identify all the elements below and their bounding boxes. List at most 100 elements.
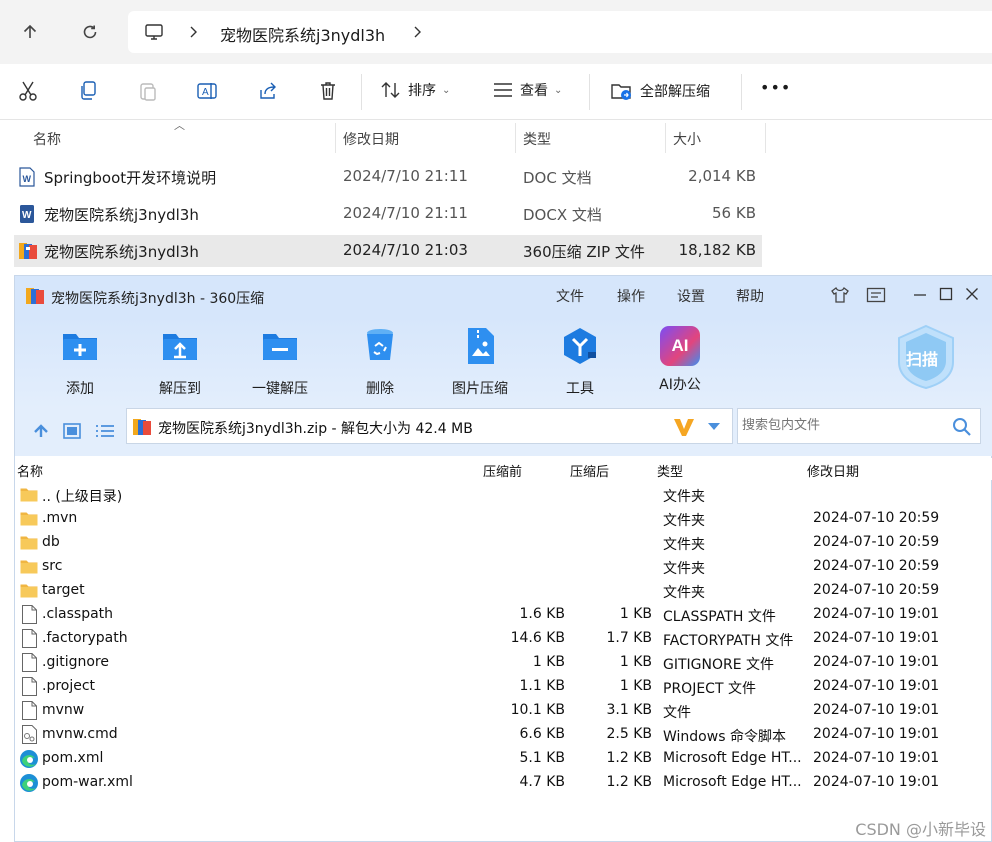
- edge-browser-icon: [20, 750, 38, 768]
- dropdown-arrow-icon[interactable]: [707, 422, 721, 431]
- address-bar[interactable]: 宠物医院系统j3nydl3h: [128, 11, 992, 53]
- zip-row[interactable]: .classpath 1.6 KB 1 KB CLASSPATH 文件 2024-07-…: [15, 603, 992, 627]
- zip-row-modified: 2024-07-10 19:01: [813, 654, 940, 670]
- skin-shirt-icon[interactable]: [830, 286, 850, 304]
- column-name[interactable]: 名称: [33, 129, 61, 149]
- chevron-down-icon: ⌄: [554, 84, 563, 96]
- view-button[interactable]: 查看 ⌄: [492, 80, 562, 100]
- image-compress-button[interactable]: 图片压缩: [435, 326, 525, 398]
- zip-archive-icon: [26, 288, 44, 304]
- extract-to-button[interactable]: 解压到: [135, 326, 225, 398]
- zip-col-before[interactable]: 压缩前: [483, 461, 522, 480]
- zip-row-name: .. (上级目录): [42, 489, 123, 505]
- maximize-icon[interactable]: [939, 287, 953, 301]
- zip-row-type: CLASSPATH 文件: [663, 609, 776, 625]
- zip-col-modified[interactable]: 修改日期: [807, 461, 859, 480]
- minimize-icon[interactable]: [913, 288, 927, 302]
- sort-button[interactable]: 排序 ⌄: [380, 80, 450, 100]
- add-icon: [63, 334, 97, 360]
- list-view-icon[interactable]: [95, 423, 115, 439]
- column-type[interactable]: 类型: [523, 129, 551, 149]
- zip-row[interactable]: db 文件夹 2024-07-10 20:59: [15, 531, 992, 555]
- zip-row[interactable]: pom-war.xml 4.7 KB 1.2 KB Microsoft Edge HT…: [15, 771, 992, 795]
- refresh-button[interactable]: [76, 18, 104, 46]
- image-compress-label: 图片压缩: [452, 381, 508, 397]
- archive-path-box[interactable]: 宠物医院系统j3nydl3h.zip - 解包大小为 42.4 MB: [126, 408, 733, 444]
- zip-row[interactable]: pom.xml 5.1 KB 1.2 KB Microsoft Edge HT... 2…: [15, 747, 992, 771]
- watermark: CSDN @小新毕设: [855, 820, 986, 839]
- zip-row-name: .factorypath: [42, 630, 128, 646]
- zip-row[interactable]: .mvn 文件夹 2024-07-10 20:59: [15, 507, 992, 531]
- zip-row[interactable]: mvnw.cmd 6.6 KB 2.5 KB Windows 命令脚本 2024-07-…: [15, 723, 992, 747]
- ai-office-button[interactable]: AI AI办公: [635, 326, 725, 394]
- up-button[interactable]: [16, 18, 44, 46]
- svg-text:A: A: [202, 87, 209, 98]
- search-icon[interactable]: [952, 417, 972, 437]
- delete-button[interactable]: [318, 80, 338, 102]
- zip-row-modified: 2024-07-10 19:01: [813, 630, 940, 646]
- zip-row[interactable]: mvnw 10.1 KB 3.1 KB 文件 2024-07-10 19:01: [15, 699, 992, 723]
- delete-archive-button[interactable]: 删除: [335, 326, 425, 398]
- menu-settings[interactable]: 设置: [677, 286, 705, 306]
- zip-row-before: 5.1 KB: [519, 750, 566, 766]
- up-level-icon[interactable]: [33, 423, 49, 439]
- extract-all-button[interactable]: 全部解压缩: [610, 80, 710, 102]
- scan-button[interactable]: 扫描: [895, 324, 957, 390]
- zip-col-after[interactable]: 压缩后: [570, 461, 609, 480]
- search-box[interactable]: [737, 408, 981, 444]
- feedback-icon[interactable]: [866, 287, 886, 303]
- zip-row-type: Microsoft Edge HT...: [663, 750, 802, 766]
- chevron-right-icon[interactable]: [188, 26, 198, 38]
- zip-row-modified: 2024-07-10 19:01: [813, 678, 940, 694]
- zip-row-after: 1.2 KB: [606, 750, 653, 766]
- zip-col-type[interactable]: 类型: [657, 461, 683, 480]
- folder-icon: [20, 536, 38, 550]
- file-explorer: 宠物医院系统j3nydl3h A 排序 ⌄ 查看 ⌄ 全部解压缩 ••• ︿ 名…: [0, 0, 992, 275]
- chevron-right-icon[interactable]: [412, 26, 422, 38]
- thumbnail-view-icon[interactable]: [63, 423, 81, 439]
- scissors-icon: [19, 81, 37, 101]
- zip-row[interactable]: src 文件夹 2024-07-10 20:59: [15, 555, 992, 579]
- column-size[interactable]: 大小: [673, 129, 701, 149]
- word-docx-icon: W: [20, 205, 34, 223]
- search-input[interactable]: [742, 417, 942, 432]
- one-click-extract-label: 一键解压: [252, 381, 308, 397]
- one-click-extract-button[interactable]: 一键解压: [235, 326, 325, 398]
- menu-operate[interactable]: 操作: [617, 286, 645, 306]
- file-row[interactable]: W 宠物医院系统j3nydl3h 2024/7/10 21:11 DOCX 文档…: [14, 198, 762, 230]
- ai-office-icon: AI: [660, 326, 700, 366]
- zip-row-type: 文件夹: [663, 489, 705, 505]
- column-modified[interactable]: 修改日期: [343, 129, 399, 149]
- zip-row[interactable]: .. (上级目录) 文件夹: [15, 483, 992, 507]
- zip-row-type: Microsoft Edge HT...: [663, 774, 802, 790]
- share-button[interactable]: [257, 80, 279, 102]
- zip-row-after: 2.5 KB: [606, 726, 653, 742]
- extract-to-label: 解压到: [159, 381, 201, 397]
- breadcrumb-folder[interactable]: 宠物医院系统j3nydl3h: [220, 22, 385, 46]
- zip-row[interactable]: .factorypath 14.6 KB 1.7 KB FACTORYPATH 文件 2…: [15, 627, 992, 651]
- zip-row[interactable]: target 文件夹 2024-07-10 20:59: [15, 579, 992, 603]
- copy-icon: [81, 81, 96, 100]
- rename-button[interactable]: A: [196, 80, 218, 102]
- menu-help[interactable]: 帮助: [736, 286, 764, 306]
- close-icon[interactable]: [965, 287, 979, 301]
- zip-row-after: 1 KB: [619, 678, 652, 694]
- refresh-icon: [83, 25, 97, 39]
- add-button[interactable]: 添加: [35, 326, 125, 398]
- cut-button[interactable]: [18, 80, 38, 102]
- tools-button[interactable]: 工具: [535, 326, 625, 398]
- svg-text:W: W: [22, 210, 32, 221]
- zip-col-name[interactable]: 名称: [17, 461, 43, 480]
- zip-row-type: 文件夹: [663, 513, 705, 529]
- menu-file[interactable]: 文件: [556, 286, 584, 306]
- zip-row[interactable]: .project 1.1 KB 1 KB PROJECT 文件 2024-07-10 1…: [15, 675, 992, 699]
- file-row-selected[interactable]: 宠物医院系统j3nydl3h 2024/7/10 21:03 360压缩 ZIP…: [14, 235, 762, 267]
- copy-button[interactable]: [78, 80, 98, 102]
- file-row[interactable]: W Springboot开发环境说明 2024/7/10 21:11 DOC 文…: [14, 161, 762, 193]
- more-options-button[interactable]: •••: [760, 78, 791, 97]
- paste-button[interactable]: [138, 80, 158, 102]
- ai-office-label: AI办公: [659, 377, 701, 393]
- v-logo-icon[interactable]: [672, 416, 696, 438]
- zip-row[interactable]: .gitignore 1 KB 1 KB GITIGNORE 文件 2024-07-10…: [15, 651, 992, 675]
- command-bar: A 排序 ⌄ 查看 ⌄ 全部解压缩 •••: [0, 64, 992, 120]
